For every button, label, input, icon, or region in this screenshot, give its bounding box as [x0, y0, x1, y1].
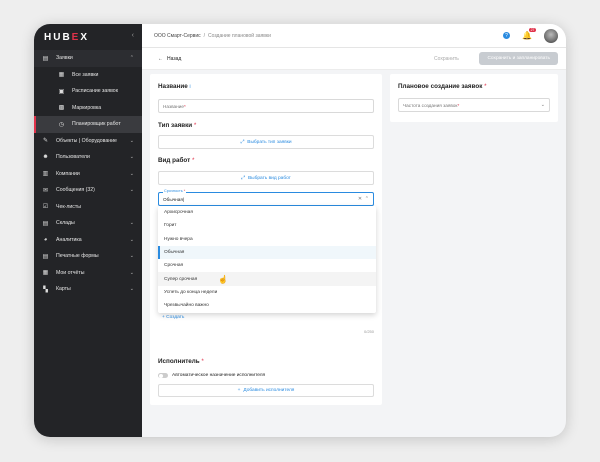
map-icon: ▚ — [43, 286, 48, 293]
name-input[interactable]: Название * — [158, 99, 374, 113]
sidebar-item-all-requests[interactable]: ▦ Все заявки — [34, 67, 142, 84]
add-executor-button[interactable]: + Добавить исполнителя — [158, 384, 374, 397]
sidebar-item-objects[interactable]: ✎ Объекты | Оборудование ⌄ — [34, 133, 142, 150]
sidebar-item-checklists[interactable]: ☑ Чек-листы — [34, 199, 142, 216]
urgency-option[interactable]: Срочная — [158, 259, 376, 272]
breadcrumb-separator: / — [203, 32, 206, 39]
sidebar-item-marking[interactable]: ▩ Маркировка — [34, 100, 142, 117]
clear-icon[interactable]: ✕ ⌃ — [358, 196, 369, 202]
chat-icon: ✉ — [42, 187, 49, 194]
urgency-option[interactable]: Архисрочная — [158, 206, 376, 219]
work-section-title: Вид работ * — [158, 157, 195, 164]
chevron-down-icon: ⌄ — [129, 236, 134, 243]
wrench-icon: ✎ — [42, 138, 49, 145]
hand-cursor-icon: ☝ — [218, 275, 228, 284]
char-counter: 0/250 — [363, 329, 374, 334]
chevron-down-icon: ⌄ — [129, 137, 134, 144]
requests-icon: ▤ — [42, 55, 49, 62]
sidebar-item-maps[interactable]: ▚ Карты ⌄ — [34, 281, 142, 298]
plan-title: Плановое создание заявок * — [398, 83, 487, 90]
print-icon: ▤ — [42, 253, 49, 260]
executor-section-title: Исполнитель * — [158, 358, 204, 365]
sidebar-item-companies[interactable]: ▥ Компании ⌄ — [34, 166, 142, 183]
urgency-option-hovered[interactable]: Супер срочная — [158, 272, 376, 286]
breadcrumb: ООО Смарт-Сервис / Создание плановой зая… — [142, 24, 566, 48]
executor-card: Исполнитель * Автоматическое назначение … — [150, 350, 382, 405]
chevron-down-icon: ⌄ — [129, 286, 134, 293]
sidebar-item-reports[interactable]: ▦ Мои отчёты ⌄ — [34, 265, 142, 282]
expand-icon: ⤢ — [240, 140, 245, 145]
chevron-down-icon: ⌄ — [129, 253, 134, 260]
bell-icon[interactable]: 🔔 27 — [522, 28, 536, 40]
sidebar-item-planner[interactable]: ◷ Планировщик работ — [34, 116, 142, 133]
notification-badge: 27 — [529, 28, 536, 32]
name-section-title: Название i — [158, 83, 191, 90]
sidebar-nav: ▤ Заявки ⌃ ▦ Все заявки ▣ Расписание заявок … — [34, 50, 142, 298]
breadcrumb-current: Создание плановой заявки — [208, 32, 271, 39]
avatar[interactable] — [544, 28, 558, 43]
save-and-plan-button[interactable]: Сохранить и запланировать — [479, 52, 558, 65]
chevron-down-icon: ⌄ — [129, 154, 134, 161]
urgency-select[interactable]: Срочность * Обычная| ✕ ⌃ — [158, 189, 374, 206]
chevron-down-icon: ⌄ — [129, 269, 134, 276]
list-icon: ▦ — [58, 72, 65, 79]
select-type-button[interactable]: ⤢ Выбрать тип заявки — [158, 135, 374, 149]
sidebar-item-analytics[interactable]: ◕ Аналитика ⌄ — [34, 232, 142, 249]
urgency-option[interactable]: Нужно вчера — [158, 233, 376, 246]
type-section-title: Тип заявки * — [158, 122, 197, 129]
users-icon: ☻ — [42, 154, 49, 161]
help-icon[interactable]: ? — [503, 32, 511, 39]
building-icon: ▥ — [42, 171, 49, 178]
logo: HUB E X — [44, 31, 90, 43]
breadcrumb-company[interactable]: ООО Смарт-Сервис — [154, 33, 201, 39]
checklist-icon: ☑ — [42, 204, 49, 211]
calendar-icon: ▣ — [58, 88, 65, 95]
sidebar-item-requests[interactable]: ▤ Заявки ⌃ — [34, 50, 142, 67]
warehouse-icon: ▤ — [42, 220, 49, 227]
urgency-option[interactable]: Успеть до конца недели — [158, 286, 376, 299]
sidebar-item-print-forms[interactable]: ▤ Печатные формы ⌄ — [34, 248, 142, 265]
urgency-dropdown: Архисрочная Горит Нужно вчера Обычная Ср… — [158, 206, 376, 313]
urgency-option-selected[interactable]: Обычная — [158, 245, 376, 260]
report-icon: ▦ — [42, 270, 49, 277]
sidebar-item-warehouses[interactable]: ▤ Склады ⌄ — [34, 215, 142, 232]
create-button[interactable]: + Создать — [162, 315, 184, 320]
chevron-up-icon: ⌃ — [129, 55, 134, 62]
sidebar-item-schedule[interactable]: ▣ Расписание заявок — [34, 83, 142, 100]
toggle-switch[interactable] — [158, 373, 168, 378]
frequency-select[interactable]: Частота создания заявок * ⌄ — [398, 98, 550, 112]
auto-assign-toggle[interactable]: Автоматическое назначение исполнителя — [158, 373, 265, 378]
sidebar-item-messages[interactable]: ✉ Сообщения (32) ⌄ — [34, 182, 142, 199]
collapse-sidebar-icon[interactable]: ‹ — [132, 32, 134, 39]
urgency-label: Срочность * — [163, 189, 187, 193]
action-bar: ← Назад Сохранить Сохранить и запланирова… — [142, 48, 566, 70]
chevron-down-icon: ⌄ — [129, 187, 134, 194]
sidebar-item-users[interactable]: ☻ Пользователи ⌄ — [34, 149, 142, 166]
chart-icon: ◕ — [43, 236, 48, 243]
back-button[interactable]: ← Назад — [158, 56, 181, 62]
chevron-down-icon: ⌄ — [540, 102, 545, 108]
chevron-down-icon: ⌄ — [129, 170, 134, 177]
arrow-left-icon: ← — [158, 55, 163, 62]
urgency-option[interactable]: Чрезвычайно важно — [158, 299, 376, 312]
save-button[interactable]: Сохранить — [419, 56, 473, 62]
plan-card: Плановое создание заявок * Частота созда… — [390, 74, 558, 122]
clock-icon: ◷ — [58, 121, 65, 128]
sidebar: HUB E X ‹ ▤ Заявки ⌃ ▦ Все заявки ▣ Расписание… — [34, 24, 142, 437]
qr-icon: ▩ — [58, 105, 65, 112]
expand-icon: ⤢ — [241, 176, 245, 181]
urgency-option[interactable]: Горит — [158, 219, 376, 232]
info-icon[interactable]: i — [189, 84, 190, 90]
select-work-button[interactable]: ⤢ Выбрать вид работ — [158, 171, 374, 185]
chevron-down-icon: ⌄ — [129, 220, 134, 227]
